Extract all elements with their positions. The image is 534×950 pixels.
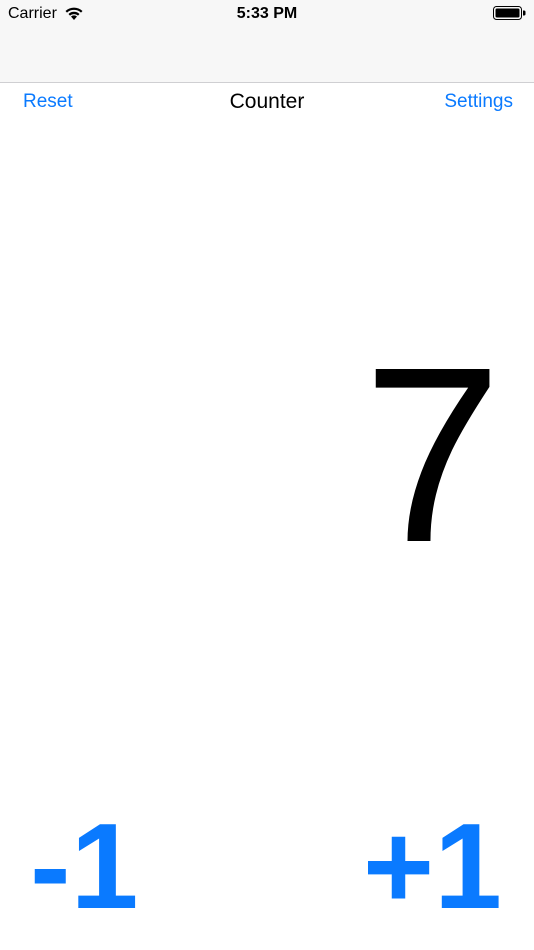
increment-button[interactable]: +1 [363,805,502,927]
decrement-button[interactable]: -1 [30,805,138,927]
counter-value: 7 [362,315,502,594]
status-bar: Carrier 5:33 PM [0,0,534,28]
counter-screen: Carrier 5:33 PM Reset Counter Settings 7… [0,0,534,950]
status-time: 5:33 PM [236,5,298,22]
navigation-bar-background [0,28,534,83]
navigation-bar: Reset Counter Settings [0,83,534,123]
battery-icon [493,6,526,20]
settings-button[interactable]: Settings [444,91,513,113]
